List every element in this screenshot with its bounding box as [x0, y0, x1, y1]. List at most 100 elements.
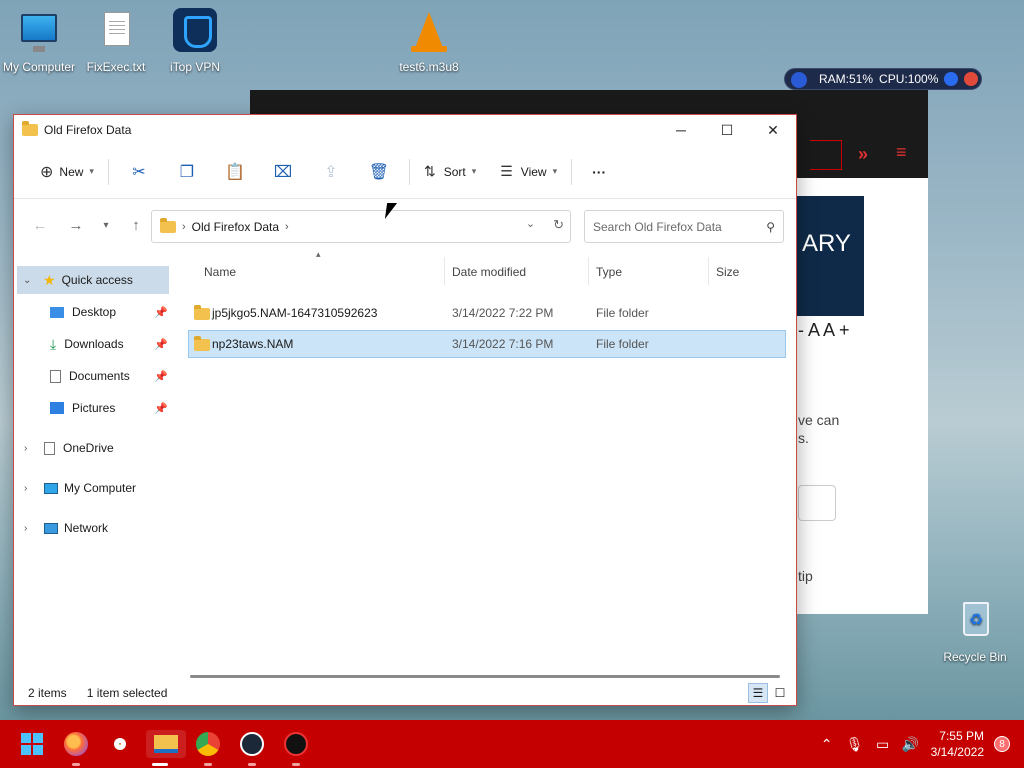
chevron-up-icon[interactable]: ⌃ [813, 736, 841, 753]
notification-badge[interactable]: 8 [994, 736, 1010, 752]
nav-label: Documents [69, 369, 130, 383]
document-icon [50, 369, 61, 383]
share-icon[interactable]: ⇪ [307, 156, 355, 188]
delete-icon[interactable]: 🗑 [355, 156, 403, 188]
clock-date: 3/14/2022 [930, 745, 984, 759]
address-history-chevron-icon[interactable]: ⌄ [526, 217, 535, 233]
chevron-down-icon: ▾ [552, 166, 558, 176]
steam-icon [240, 732, 264, 756]
nav-item-onedrive[interactable]: › OneDrive [24, 434, 114, 462]
volume-icon[interactable]: 🔊 [897, 736, 925, 753]
large-icons-view-icon[interactable]: ☐ [770, 683, 790, 703]
chevron-right-icon[interactable]: › [24, 523, 38, 534]
page-dropdown[interactable] [798, 485, 836, 521]
nav-item-my-computer[interactable]: › My Computer [24, 474, 136, 502]
breadcrumb-item[interactable]: Old Firefox Data [192, 220, 279, 234]
download-arrow-icon: ⤓ [50, 335, 57, 352]
arrow-icon[interactable] [944, 72, 959, 86]
system-monitor-widget[interactable]: RAM:51% CPU:100% [784, 68, 982, 90]
taskbar-file-explorer[interactable] [146, 730, 186, 766]
chevron-down-icon[interactable]: ⌄ [23, 275, 37, 286]
hamburger-menu-icon[interactable]: ≡ [896, 142, 907, 163]
column-header-size[interactable]: Size [716, 259, 786, 285]
chevron-right-icon[interactable]: › [24, 483, 38, 494]
taskbar-chrome-2[interactable] [194, 730, 222, 766]
desktop-icon-label: iTop VPN [169, 60, 221, 74]
address-bar[interactable]: › Old Firefox Data › ⌄ ↻ [151, 210, 571, 243]
double-chevron-icon[interactable]: » [858, 144, 868, 165]
desktop-icon-test6[interactable]: test6.m3u8 [391, 8, 467, 74]
horizontal-scrollbar[interactable] [190, 675, 780, 678]
file-type: File folder [596, 337, 649, 351]
new-button[interactable]: ⊕ New ▾ [32, 156, 102, 188]
search-input[interactable]: Search Old Firefox Data ⚲ [584, 210, 784, 243]
file-list: ▴ Name Date modified Type Size jp5jkgo5.… [188, 249, 788, 671]
plus-circle-icon: ⊕ [40, 163, 54, 181]
close-button[interactable]: ✕ [750, 115, 796, 145]
forward-arrow-icon[interactable]: → [58, 210, 94, 240]
font-size-control[interactable]: - A A + [798, 320, 850, 341]
pin-icon[interactable]: 📌 [154, 402, 168, 415]
microphone-icon[interactable]: 🎙 [841, 736, 869, 753]
pin-icon[interactable]: 📌 [154, 370, 168, 383]
desktop-icon-label: Recycle Bin [943, 650, 1007, 664]
file-row[interactable]: jp5jkgo5.NAM-1647310592623 3/14/2022 7:2… [188, 299, 786, 327]
nav-item-quick-access[interactable]: ⌄ ★ Quick access [17, 266, 169, 294]
network-tray-icon[interactable]: ▭ [869, 736, 897, 753]
copy-icon[interactable]: ❐ [163, 156, 211, 188]
clock[interactable]: 7:55 PM 3/14/2022 [931, 728, 984, 760]
sort-button[interactable]: ⇅ Sort ▾ [416, 156, 484, 188]
file-explorer-window[interactable]: Old Firefox Data ─ ☐ ✕ ⊕ New ▾ ✂ ❐ 📋 ⌧ ⇪… [13, 114, 797, 706]
recent-locations-chevron-icon[interactable]: ▾ [94, 210, 118, 240]
taskbar-app-red[interactable] [282, 730, 310, 766]
nav-item-downloads[interactable]: ⤓ Downloads 📌 [50, 330, 170, 358]
column-header-date[interactable]: Date modified [452, 259, 588, 285]
nav-item-documents[interactable]: Documents 📌 [50, 362, 170, 390]
back-arrow-icon[interactable]: ← [22, 210, 58, 240]
column-divider[interactable] [588, 257, 589, 285]
vlc-cone-base [411, 46, 447, 52]
alert-icon[interactable] [964, 72, 979, 86]
cpu-usage: CPU:100% [879, 72, 939, 86]
cut-icon[interactable]: ✂ [115, 156, 163, 188]
refresh-icon[interactable]: ↻ [553, 217, 564, 233]
app-gear-icon [284, 732, 308, 756]
column-divider[interactable] [444, 257, 445, 285]
nav-item-desktop[interactable]: Desktop 📌 [50, 298, 170, 326]
pin-icon[interactable]: 📌 [154, 338, 168, 351]
file-row[interactable]: np23taws.NAM 3/14/2022 7:16 PM File fold… [188, 330, 786, 358]
desktop-icon-fixexec[interactable]: FixExec.txt [78, 8, 154, 74]
column-divider[interactable] [708, 257, 709, 285]
onedrive-icon [44, 441, 55, 455]
taskbar-chrome[interactable] [106, 730, 134, 758]
taskbar-firefox[interactable] [62, 730, 90, 766]
file-date: 3/14/2022 7:22 PM [452, 306, 554, 320]
nav-item-network[interactable]: › Network [24, 514, 108, 542]
rename-icon[interactable]: ⌧ [259, 156, 307, 188]
view-button[interactable]: ☰ View ▾ [492, 156, 565, 188]
desktop-icon-label: My Computer [2, 60, 76, 74]
folder-icon [194, 336, 210, 351]
breadcrumb-separator-icon[interactable]: › [285, 221, 289, 233]
minimize-button[interactable]: ─ [658, 115, 704, 145]
column-header-type[interactable]: Type [596, 259, 708, 285]
up-arrow-icon[interactable]: ↑ [118, 210, 154, 240]
start-button[interactable] [18, 730, 46, 758]
browser-search-box[interactable] [810, 140, 842, 170]
desktop-icon-itop-vpn[interactable]: iTop VPN [157, 8, 233, 74]
details-view-icon[interactable]: ☰ [748, 683, 768, 703]
folder-icon [194, 305, 210, 320]
chevron-down-icon: ▾ [471, 166, 477, 176]
see-more-button[interactable]: ··· [578, 156, 614, 188]
desktop-icon-recycle-bin[interactable]: ♻ Recycle Bin [937, 598, 1013, 664]
nav-item-pictures[interactable]: Pictures 📌 [50, 394, 170, 422]
column-header-name[interactable]: Name [204, 259, 444, 285]
title-bar[interactable]: Old Firefox Data ─ ☐ ✕ [14, 115, 796, 145]
maximize-button[interactable]: ☐ [704, 115, 750, 145]
pin-icon[interactable]: 📌 [154, 306, 168, 319]
paste-icon[interactable]: 📋 [211, 156, 259, 188]
taskbar-steam[interactable] [238, 730, 266, 766]
chevron-right-icon[interactable]: › [24, 443, 38, 454]
file-name: np23taws.NAM [212, 337, 294, 351]
desktop-icon-my-computer[interactable]: My Computer [1, 8, 77, 74]
